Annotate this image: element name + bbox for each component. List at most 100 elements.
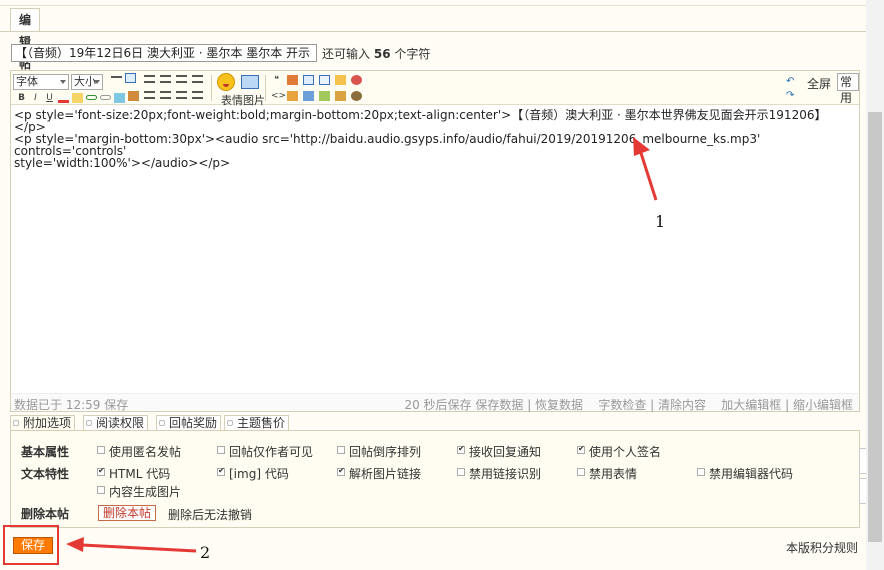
title-remaining-prefix: 还可输入 [322, 47, 371, 61]
ordered-list-icon[interactable] [144, 91, 155, 99]
password-icon[interactable] [335, 91, 346, 101]
delete-post-hint: 删除后无法撤销 [168, 508, 253, 522]
attachment-icon[interactable] [319, 91, 330, 101]
status-actions: 20 秒后保存 保存数据 | 恢复数据 字数检查 | 清除内容 加大编辑框 | … [404, 398, 853, 412]
common-button[interactable]: 常用 [837, 73, 859, 105]
audio-icon[interactable] [335, 75, 346, 85]
redo-icon[interactable]: ↷ [786, 90, 794, 101]
editor: 字体 大小 B I U 表情图片 ❝ <> ↶ ↷ 全屏 常用 <p style… [10, 70, 860, 412]
delete-post-label: 删除本帖 [21, 507, 70, 521]
tab-thread-price[interactable]: 主题售价 [224, 415, 290, 431]
checkbox-box [457, 468, 465, 476]
justify-icon[interactable] [192, 75, 203, 83]
undo-icon[interactable]: ↶ [786, 76, 794, 87]
tab-reply-reward[interactable]: 回帖奖励 [156, 415, 222, 431]
toolbar-separator [211, 75, 212, 101]
checkbox-content-to-image[interactable]: 内容生成图片 [97, 483, 181, 500]
checkbox-box-checked [577, 444, 585, 454]
horizontal-rule-icon[interactable] [111, 76, 122, 78]
link-icon[interactable] [86, 95, 97, 100]
restore-data-link[interactable]: 恢复数据 [535, 398, 583, 412]
checkbox-anonymous[interactable]: 使用匿名发帖 [97, 443, 181, 460]
tab-thread-price-label: 主题售价 [237, 416, 286, 430]
size-select[interactable]: 大小 [71, 74, 103, 90]
tab-extra-options-label: 附加选项 [23, 416, 72, 430]
editor-content[interactable]: <p style='font-size:20px;font-weight:bol… [14, 109, 854, 169]
emoticon-image-label[interactable]: 表情图片 [221, 92, 265, 108]
checkbox-disable-link-detection[interactable]: 禁用链接识别 [457, 465, 541, 482]
checkbox-disable-link-detection-label: 禁用链接识别 [469, 467, 542, 481]
title-remaining-suffix: 个字符 [394, 47, 431, 61]
shrink-editor-link[interactable]: 缩小编辑框 [793, 398, 853, 412]
indent-icon[interactable] [176, 91, 187, 99]
font-select[interactable]: 字体 [13, 74, 69, 90]
align-left-icon[interactable] [144, 75, 155, 83]
checkbox-reply-author-only-label: 回帖仅作者可见 [229, 445, 314, 459]
table-insert-icon[interactable] [125, 73, 136, 83]
format-brush-icon[interactable] [72, 93, 83, 103]
scrollbar-thumb[interactable] [868, 112, 882, 542]
align-right-icon[interactable] [176, 75, 187, 83]
hide-icon[interactable] [287, 91, 298, 101]
checkbox-disable-editor-code[interactable]: 禁用编辑器代码 [697, 465, 793, 482]
save-data-link[interactable]: 保存数据 [475, 398, 523, 412]
autosave-countdown: 20 秒后保存 [404, 398, 472, 412]
fullscreen-button[interactable]: 全屏 [807, 75, 831, 92]
tab-extra-options[interactable]: 附加选项 [10, 415, 76, 431]
tab-dot-icon [13, 420, 19, 426]
checkbox-box-checked [97, 466, 105, 476]
unlink-icon[interactable] [100, 95, 111, 100]
tab-dot-icon [86, 420, 92, 426]
checkbox-box [577, 468, 585, 476]
checkbox-html-code[interactable]: HTML 代码 [97, 465, 170, 482]
bold-button[interactable]: B [16, 93, 27, 103]
save-button[interactable]: 保存 [13, 537, 53, 554]
media-icon[interactable] [351, 91, 362, 101]
editor-toolbar: 字体 大小 B I U 表情图片 ❝ <> ↶ ↷ 全屏 常用 [11, 71, 859, 108]
code-icon[interactable] [287, 75, 298, 85]
edit-post-page: 编辑帖子 【（音频）19年12日6日 澳大利亚 · 墨尔本 墨尔本 开示 还可输… [0, 0, 884, 570]
page-scrollbar[interactable] [866, 0, 884, 570]
forum-credit-rules-link[interactable]: 本版积分规则 [786, 539, 858, 556]
checkbox-parse-image-links[interactable]: 解析图片链接 [337, 465, 421, 482]
top-breadcrumb-strip [0, 0, 884, 6]
title-remaining-count: 56 [373, 47, 391, 61]
unordered-list-icon[interactable] [160, 91, 171, 99]
checkbox-box [217, 446, 225, 454]
table-icon[interactable] [303, 75, 314, 85]
tab-edit-post[interactable]: 编辑帖子 [10, 8, 41, 93]
image-icon[interactable] [241, 75, 259, 89]
tab-read-permission[interactable]: 阅读权限 [83, 415, 149, 431]
checkbox-img-code[interactable]: [img] 代码 [217, 465, 289, 482]
checkbox-reply-author-only[interactable]: 回帖仅作者可见 [217, 443, 313, 460]
emoticon-icon[interactable] [217, 73, 235, 91]
italic-button[interactable]: I [30, 93, 41, 103]
checkbox-signature[interactable]: 使用个人签名 [577, 443, 661, 460]
font-color-icon[interactable] [58, 93, 69, 103]
flash-icon[interactable] [319, 75, 330, 85]
source-code-icon[interactable]: <> [271, 91, 286, 101]
checkbox-box [97, 486, 105, 494]
checkbox-reply-notify[interactable]: 接收回复通知 [457, 443, 541, 460]
delete-post-button[interactable]: 删除本帖 [98, 505, 157, 521]
clear-content-link[interactable]: 清除内容 [658, 398, 706, 412]
title-input[interactable]: 【（音频）19年12日6日 澳大利亚 · 墨尔本 墨尔本 开示 [11, 44, 317, 62]
save-highlight-box: 保存 [3, 525, 59, 565]
enlarge-editor-link[interactable]: 加大编辑框 [721, 398, 781, 412]
font-select-label: 字体 [16, 75, 38, 88]
checkbox-reverse-order[interactable]: 回帖倒序排列 [337, 443, 421, 460]
word-check-link[interactable]: 字数检查 [598, 398, 646, 412]
clear-format-icon[interactable] [128, 91, 139, 101]
video-icon[interactable] [351, 75, 362, 85]
free-icon[interactable] [303, 91, 314, 101]
align-center-icon[interactable] [160, 75, 171, 83]
checkbox-disable-emoticons[interactable]: 禁用表情 [577, 465, 637, 482]
outdent-icon[interactable] [192, 91, 203, 99]
quote-icon[interactable]: ❝ [271, 75, 282, 85]
annotation-number-2: 2 [200, 543, 211, 562]
checkbox-reply-notify-label: 接收回复通知 [469, 445, 542, 459]
underline-button[interactable]: U [44, 93, 55, 103]
extra-options-panel: 基本属性 文本特性 删除本帖 使用匿名发帖 回帖仅作者可见 回帖倒序排列 接收回… [10, 430, 860, 528]
eraser-icon[interactable] [114, 93, 125, 103]
checkbox-html-code-label: HTML 代码 [109, 467, 171, 481]
